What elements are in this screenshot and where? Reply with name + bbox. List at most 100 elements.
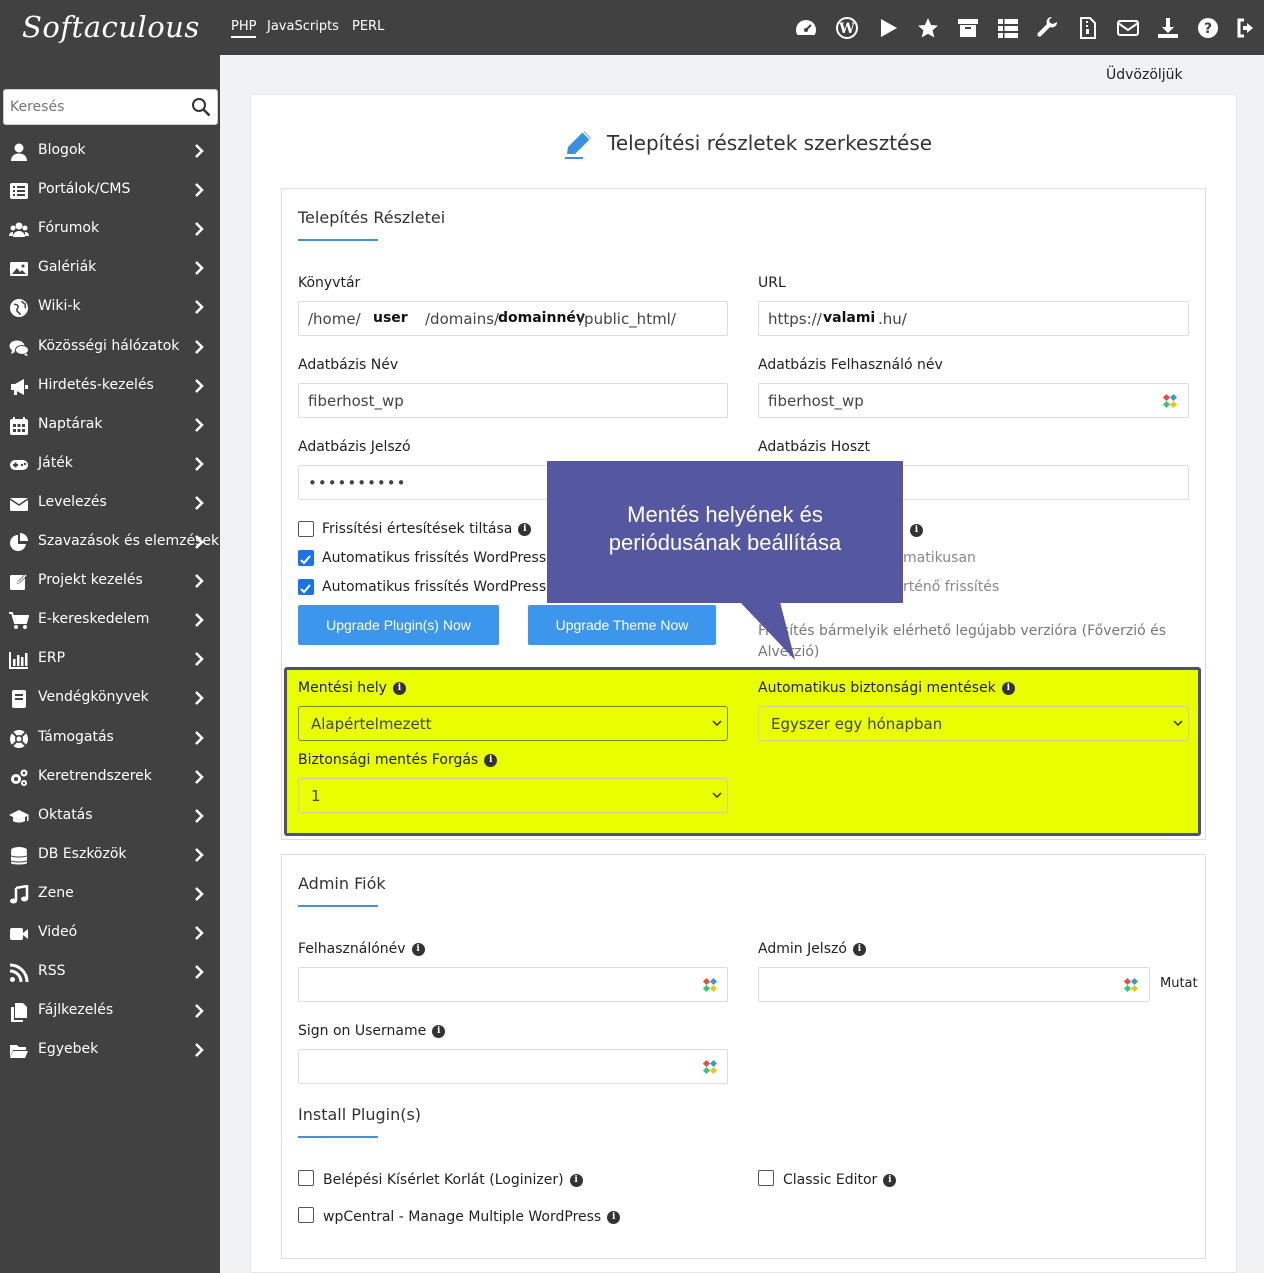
wpcentral-checkbox[interactable]: [298, 1207, 314, 1223]
url-field[interactable]: https:// valami .hu/: [758, 301, 1189, 336]
megaphone-icon: [11, 379, 28, 395]
sidebar-item-label: Egyebek: [38, 1041, 99, 1057]
sidebar-item-blogok[interactable]: Blogok: [0, 132, 220, 171]
download-icon[interactable]: [1156, 16, 1180, 40]
sidebar-item-hirdetes-kezeles[interactable]: Hirdetés-kezelés: [0, 367, 220, 406]
info-icon: i: [910, 524, 923, 537]
sidebar-item-galeriak[interactable]: Galériák: [0, 249, 220, 288]
generate-icon[interactable]: [702, 977, 718, 993]
sidebar-item-label: Naptárak: [38, 416, 103, 432]
db-name-field[interactable]: fiberhost_wp: [298, 383, 728, 418]
info-icon: i: [607, 1210, 621, 1224]
backup-location-value: Alapértelmezett: [311, 715, 432, 733]
cogs-icon: [11, 769, 28, 786]
sidebar-item-zene[interactable]: Zene: [0, 875, 220, 914]
info-icon: i: [484, 753, 498, 767]
url-part-domain: valami: [823, 310, 876, 326]
chevron-right-icon: [195, 183, 204, 197]
classic-editor-checkbox[interactable]: [758, 1170, 774, 1186]
chevron-right-icon: [195, 691, 204, 705]
sidebar-item-erp[interactable]: ERP: [0, 640, 220, 679]
dashboard-icon[interactable]: [794, 16, 818, 40]
comments-icon: [9, 340, 29, 356]
section-underline: [298, 1136, 378, 1138]
sidebar-item-keretrendszerek[interactable]: Keretrendszerek: [0, 758, 220, 797]
search-input[interactable]: [10, 90, 185, 124]
sidebar-item-label: Wiki-k: [38, 298, 81, 314]
sidebar-item-video[interactable]: Videó: [0, 914, 220, 953]
sidebar-item-naptarak[interactable]: Naptárak: [0, 406, 220, 445]
tab-javascripts[interactable]: JavaScripts: [267, 19, 339, 34]
play-icon[interactable]: [876, 16, 900, 40]
generate-icon[interactable]: [1162, 393, 1178, 409]
wordpress-icon[interactable]: W: [835, 16, 859, 40]
dir-part: /home/: [308, 310, 361, 328]
disable-update-notifications-checkbox[interactable]: [298, 521, 314, 537]
sidebar-item-label: Galériák: [38, 259, 97, 275]
sidebar-item-label: Zene: [38, 885, 74, 901]
sidebar-item-levelezes[interactable]: Levelezés: [0, 484, 220, 523]
chevron-right-icon: [195, 574, 204, 588]
generate-icon[interactable]: [1123, 977, 1139, 993]
sidebar-item-jatek[interactable]: Játék: [0, 445, 220, 484]
sidebar-item-rss[interactable]: RSS: [0, 953, 220, 992]
archive-icon[interactable]: [956, 16, 980, 40]
sidebar-item-label: Levelezés: [38, 494, 107, 510]
sidebar-item-oktatas[interactable]: Oktatás: [0, 797, 220, 836]
sidebar-item-e-kereskedelem[interactable]: E-kereskedelem: [0, 601, 220, 640]
top-bar: Softaculous PHP JavaScripts PERL W ?: [0, 0, 1264, 55]
tab-php[interactable]: PHP: [231, 19, 257, 38]
sidebar-item-portalok-cms[interactable]: Portálok/CMS: [0, 171, 220, 210]
welcome-text: Üdvözöljük: [1106, 67, 1183, 83]
auto-update-plugins-checkbox[interactable]: [298, 550, 314, 566]
sidebar-item-forumok[interactable]: Fórumok: [0, 210, 220, 249]
signon-username-field[interactable]: [298, 1049, 728, 1084]
sidebar-item-db-eszkozok[interactable]: DB Eszközök: [0, 836, 220, 875]
admin-password-field[interactable]: [758, 967, 1150, 1002]
logout-icon[interactable]: [1235, 16, 1259, 40]
chevron-right-icon: [195, 222, 204, 236]
db-user-field[interactable]: fiberhost_wp: [758, 383, 1189, 418]
auto-update-themes-checkbox[interactable]: [298, 579, 314, 595]
upgrade-theme-button[interactable]: Upgrade Theme Now: [528, 605, 716, 645]
backup-rotation-value: 1: [311, 787, 321, 805]
show-password-button[interactable]: Mutat: [1160, 976, 1198, 991]
book-icon: [12, 690, 26, 708]
info-icon: i: [518, 522, 532, 536]
sidebar-item-projekt-kezeles[interactable]: Projekt kezelés: [0, 562, 220, 601]
search-box[interactable]: [3, 89, 218, 125]
file-icon[interactable]: [1076, 16, 1100, 40]
url-part: https://: [768, 310, 822, 328]
chevron-right-icon: [195, 535, 204, 549]
chevron-right-icon: [195, 613, 204, 627]
info-icon: i: [432, 1024, 446, 1038]
backup-location-select[interactable]: Alapértelmezett: [298, 706, 728, 741]
softaculous-logo[interactable]: Softaculous: [22, 10, 199, 50]
help-icon[interactable]: ?: [1196, 16, 1220, 40]
loginizer-checkbox[interactable]: [298, 1170, 314, 1186]
backup-rotation-select[interactable]: 1: [298, 778, 728, 813]
sidebar-item-kozossegi-halozatok[interactable]: Közösségi hálózatok: [0, 328, 220, 367]
sidebar-item-tamogatas[interactable]: Támogatás: [0, 719, 220, 758]
auto-update-plugins-label: Automatikus frissítés WordPress: [322, 550, 547, 566]
username-field[interactable]: [298, 967, 728, 1002]
auto-backup-select[interactable]: Egyszer egy hónapban: [758, 706, 1189, 741]
sidebar-item-fajlkezeles[interactable]: Fájlkezelés: [0, 992, 220, 1031]
sidebar-item-szavazasok-es-elemzesek[interactable]: Szavazások és elemzések: [0, 523, 220, 562]
chevron-right-icon: [195, 848, 204, 862]
mail-icon[interactable]: [1116, 16, 1140, 40]
sidebar-item-label: Vendégkönyvek: [38, 689, 149, 705]
generate-icon[interactable]: [702, 1059, 718, 1075]
sidebar-item-vendegkonyvek[interactable]: Vendégkönyvek: [0, 679, 220, 718]
search-icon[interactable]: [191, 97, 211, 117]
sidebar-item-egyebek[interactable]: Egyebek: [0, 1031, 220, 1070]
sidebar-item-wiki-k[interactable]: Wiki-k: [0, 288, 220, 327]
star-icon[interactable]: [916, 16, 940, 40]
list-icon[interactable]: [996, 16, 1020, 40]
sidebar-item-label: E-kereskedelem: [38, 611, 150, 627]
tab-perl[interactable]: PERL: [352, 19, 384, 34]
directory-field[interactable]: /home/ user /domains/ domainnév /public_…: [298, 301, 728, 336]
wrench-icon[interactable]: [1036, 16, 1060, 40]
upgrade-plugins-button[interactable]: Upgrade Plugin(s) Now: [298, 605, 499, 645]
db-password-value: ••••••••••: [308, 474, 407, 492]
